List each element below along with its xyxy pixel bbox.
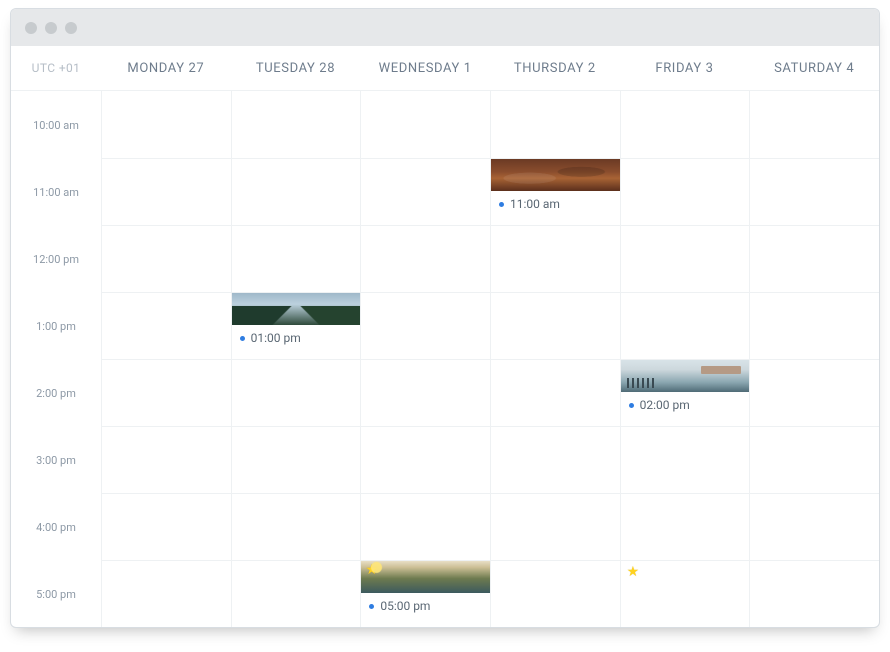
day-column-monday (101, 91, 231, 627)
day-column-wednesday: ★ 05:00 pm (360, 91, 490, 627)
calendar-slot[interactable] (750, 493, 879, 560)
calendar-slot[interactable] (491, 292, 620, 359)
event-time-label: 05:00 pm (361, 593, 490, 617)
calendar-event[interactable]: 02:00 pm (621, 360, 750, 416)
day-column-saturday (749, 91, 879, 627)
calendar-slot[interactable] (361, 359, 490, 426)
event-time-text: 05:00 pm (380, 599, 430, 613)
bullet-icon (499, 202, 504, 207)
window-titlebar (11, 9, 879, 46)
calendar-slot[interactable] (750, 91, 879, 158)
day-column-thursday: 11:00 am (490, 91, 620, 627)
event-thumbnail (621, 360, 750, 392)
calendar-slot[interactable] (102, 493, 231, 560)
event-time-text: 11:00 am (510, 197, 560, 211)
window-zoom-icon[interactable] (65, 22, 77, 34)
calendar-slot[interactable] (750, 292, 879, 359)
time-label: 12:00 pm (11, 225, 101, 292)
day-column-tuesday: 01:00 pm (231, 91, 361, 627)
time-label: 2:00 pm (11, 359, 101, 426)
calendar-slot[interactable] (232, 91, 361, 158)
calendar-slot[interactable] (621, 225, 750, 292)
calendar-slot[interactable] (361, 493, 490, 560)
calendar-slot[interactable] (102, 292, 231, 359)
calendar-slot[interactable] (361, 158, 490, 225)
calendar-slot[interactable] (750, 560, 879, 627)
calendar-slot[interactable] (102, 560, 231, 627)
calendar-event[interactable]: ★ 05:00 pm (361, 561, 490, 617)
calendar-slot[interactable] (750, 426, 879, 493)
calendar-slot[interactable] (361, 225, 490, 292)
calendar-slot[interactable] (621, 426, 750, 493)
star-icon[interactable]: ★ (627, 565, 640, 579)
bullet-icon (629, 403, 634, 408)
window-minimize-icon[interactable] (45, 22, 57, 34)
event-time-label: 01:00 pm (232, 325, 361, 349)
calendar-slot[interactable] (232, 426, 361, 493)
calendar-slot[interactable] (621, 91, 750, 158)
calendar-slot[interactable] (102, 426, 231, 493)
time-label: 4:00 pm (11, 493, 101, 560)
bullet-icon (369, 604, 374, 609)
day-header-monday[interactable]: MONDAY 27 (101, 46, 231, 90)
calendar-slot[interactable] (621, 158, 750, 225)
time-label: 11:00 am (11, 158, 101, 225)
star-icon: ★ (365, 563, 378, 577)
calendar-slot[interactable] (361, 426, 490, 493)
calendar-slot[interactable] (102, 91, 231, 158)
time-label: 1:00 pm (11, 292, 101, 359)
time-column: 10:00 am 11:00 am 12:00 pm 1:00 pm 2:00 … (11, 91, 101, 627)
calendar-slot[interactable] (491, 493, 620, 560)
calendar-slot[interactable]: ★ (621, 560, 750, 627)
calendar-slot[interactable] (491, 225, 620, 292)
calendar-slot[interactable]: 01:00 pm (232, 292, 361, 359)
calendar-slot[interactable] (232, 225, 361, 292)
event-thumbnail: ★ (361, 561, 490, 593)
event-thumbnail (232, 293, 361, 325)
window-close-icon[interactable] (25, 22, 37, 34)
calendar-slot[interactable] (491, 359, 620, 426)
calendar-slot[interactable] (232, 560, 361, 627)
calendar-slot[interactable]: 11:00 am (491, 158, 620, 225)
calendar-slot[interactable] (750, 158, 879, 225)
app-window: UTC +01 MONDAY 27 TUESDAY 28 WEDNESDAY 1… (10, 8, 880, 628)
calendar-slot[interactable]: ★ 05:00 pm (361, 560, 490, 627)
calendar-slot[interactable] (361, 292, 490, 359)
day-header-tuesday[interactable]: TUESDAY 28 (231, 46, 361, 90)
calendar-slot[interactable] (491, 560, 620, 627)
time-label: 10:00 am (11, 91, 101, 158)
day-header-thursday[interactable]: THURSDAY 2 (490, 46, 620, 90)
event-time-text: 01:00 pm (251, 331, 301, 345)
calendar-slot[interactable] (361, 91, 490, 158)
calendar-slot[interactable] (102, 359, 231, 426)
day-header-saturday[interactable]: SATURDAY 4 (749, 46, 879, 90)
timezone-label: UTC +01 (11, 46, 101, 90)
calendar-slot[interactable] (750, 225, 879, 292)
time-label: 5:00 pm (11, 560, 101, 627)
day-header-wednesday[interactable]: WEDNESDAY 1 (360, 46, 490, 90)
day-header-friday[interactable]: FRIDAY 3 (620, 46, 750, 90)
event-time-label: 02:00 pm (621, 392, 750, 416)
calendar-grid: 10:00 am 11:00 am 12:00 pm 1:00 pm 2:00 … (11, 91, 879, 627)
event-thumbnail (491, 159, 620, 191)
calendar-slot[interactable] (750, 359, 879, 426)
calendar-slot[interactable] (491, 91, 620, 158)
calendar-event[interactable]: 11:00 am (491, 159, 620, 215)
calendar-slot[interactable] (621, 493, 750, 560)
calendar-header: UTC +01 MONDAY 27 TUESDAY 28 WEDNESDAY 1… (11, 46, 879, 91)
calendar-event[interactable]: 01:00 pm (232, 293, 361, 349)
calendar-slot[interactable] (232, 493, 361, 560)
calendar-slot[interactable] (102, 158, 231, 225)
calendar-slot[interactable] (232, 359, 361, 426)
calendar-slot[interactable] (491, 426, 620, 493)
event-time-label: 11:00 am (491, 191, 620, 215)
calendar-slot[interactable] (102, 225, 231, 292)
calendar-slot[interactable]: 02:00 pm (621, 359, 750, 426)
time-label: 3:00 pm (11, 426, 101, 493)
calendar-slot[interactable] (621, 292, 750, 359)
day-column-friday: 02:00 pm ★ (620, 91, 750, 627)
bullet-icon (240, 336, 245, 341)
calendar-slot[interactable] (232, 158, 361, 225)
event-time-text: 02:00 pm (640, 398, 690, 412)
